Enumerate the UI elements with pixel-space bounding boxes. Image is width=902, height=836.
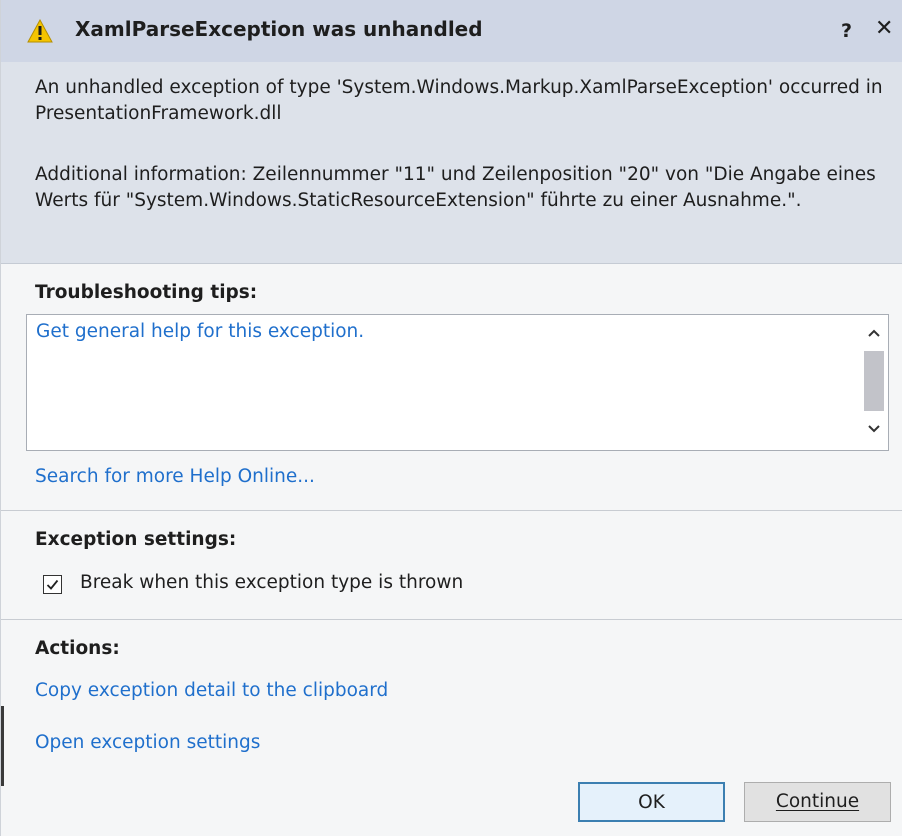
troubleshooting-title: Troubleshooting tips: — [35, 282, 258, 303]
continue-button[interactable]: Continue — [744, 782, 891, 822]
divider — [1, 619, 902, 620]
actions-title: Actions: — [35, 638, 120, 659]
ok-button[interactable]: OK — [578, 782, 725, 822]
checkmark-icon — [46, 579, 59, 590]
additional-information: Additional information: Zeilennummer "11… — [35, 164, 876, 211]
scroll-up-icon[interactable] — [860, 321, 888, 343]
general-help-link[interactable]: Get general help for this exception. — [36, 321, 364, 342]
window-edge — [1, 706, 4, 786]
close-button[interactable]: ✕ — [875, 16, 893, 41]
continue-button-label: Continue — [775, 791, 860, 812]
help-button[interactable]: ? — [841, 20, 852, 42]
scroll-down-icon[interactable] — [860, 419, 888, 441]
exception-settings-title: Exception settings: — [35, 529, 237, 550]
troubleshooting-tips-list[interactable]: Get general help for this exception. — [26, 314, 889, 451]
title-bar: XamlParseException was unhandled ? ✕ — [1, 0, 902, 62]
warning-icon — [27, 18, 53, 43]
open-exception-settings-link[interactable]: Open exception settings — [35, 732, 260, 753]
tips-scrollbar[interactable] — [860, 315, 888, 450]
search-help-online-link[interactable]: Search for more Help Online... — [35, 466, 315, 487]
dialog-title: XamlParseException was unhandled — [75, 17, 483, 41]
copy-exception-detail-link[interactable]: Copy exception detail to the clipboard — [35, 680, 388, 701]
exception-message-area: An unhandled exception of type 'System.W… — [1, 62, 902, 264]
divider — [1, 510, 902, 511]
exception-message: An unhandled exception of type 'System.W… — [35, 77, 883, 124]
exception-dialog: XamlParseException was unhandled ? ✕ An … — [0, 0, 902, 836]
scroll-thumb[interactable] — [864, 351, 884, 411]
break-on-exception-label[interactable]: Break when this exception type is thrown — [80, 572, 463, 593]
break-on-exception-checkbox[interactable] — [43, 575, 62, 594]
